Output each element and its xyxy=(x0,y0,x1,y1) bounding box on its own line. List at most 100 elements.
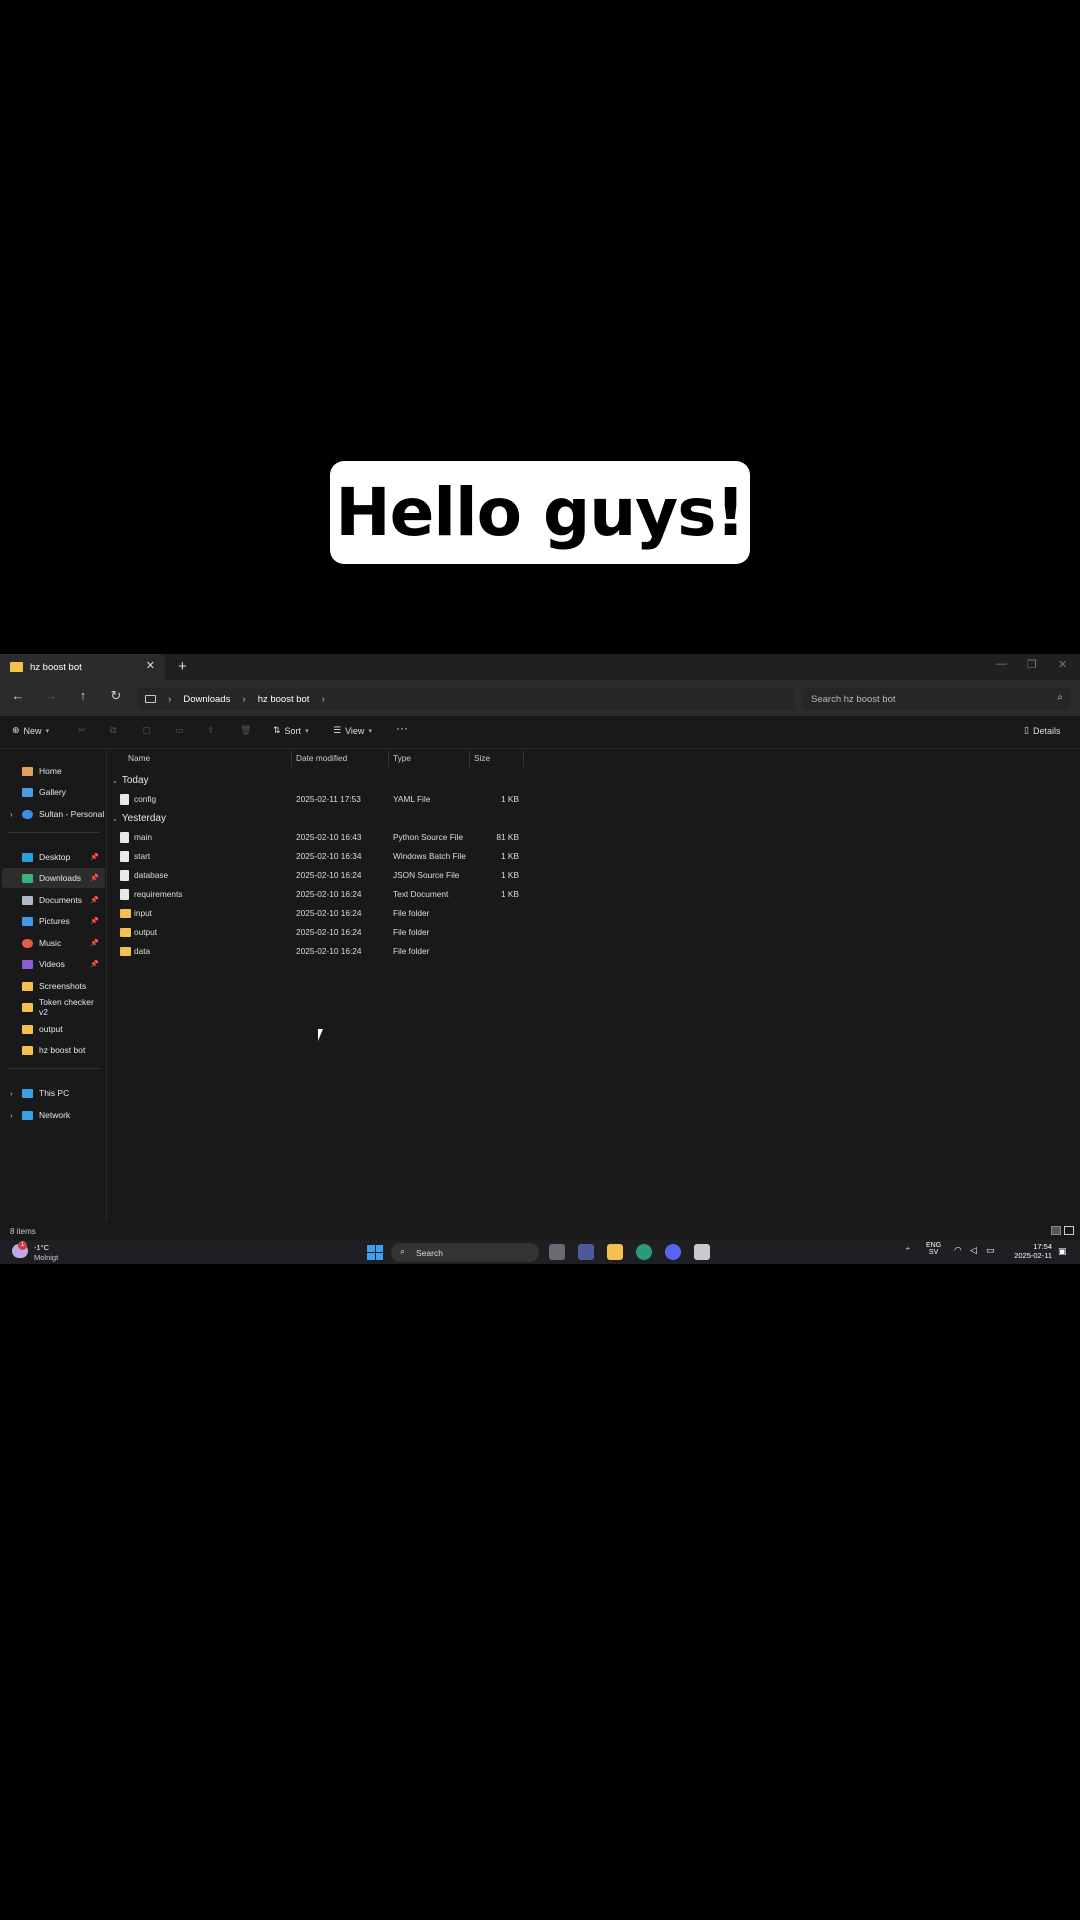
column-divider[interactable] xyxy=(388,751,389,767)
more-options-button[interactable]: ··· xyxy=(396,721,408,735)
snipping-tool-icon[interactable] xyxy=(694,1244,710,1260)
sidebar-item-downloads[interactable]: Downloads 📌 xyxy=(2,868,105,888)
folder-row[interactable]: input 2025-02-10 16:24 File folder xyxy=(107,905,527,924)
tab-hz-boost-bot[interactable]: hz boost bot ✕ xyxy=(0,654,165,680)
file-row[interactable]: start 2025-02-10 16:34 Windows Batch Fil… xyxy=(107,848,527,867)
file-explorer-taskbar-icon[interactable] xyxy=(607,1244,623,1260)
sidebar-item-network[interactable]: › Network xyxy=(2,1105,105,1125)
divider xyxy=(8,1068,100,1069)
sidebar-item-screenshots[interactable]: Screenshots xyxy=(2,976,105,996)
column-divider[interactable] xyxy=(291,751,292,767)
view-button[interactable]: ☰ View ▾ xyxy=(333,725,372,736)
details-view-icon[interactable] xyxy=(1051,1226,1061,1235)
column-divider[interactable] xyxy=(523,751,524,767)
sidebar-item-label: Videos xyxy=(39,959,65,969)
wifi-icon[interactable]: ◠ xyxy=(954,1245,962,1256)
mouse-cursor xyxy=(318,1029,327,1041)
group-header-yesterday[interactable]: ⌄ Yesterday xyxy=(112,813,166,824)
folder-icon xyxy=(10,662,23,672)
chevron-down-icon: ▾ xyxy=(368,727,372,735)
chevron-right-icon[interactable]: › xyxy=(10,1089,13,1098)
new-button[interactable]: ⊕ New ▾ xyxy=(12,725,49,736)
json-file-icon xyxy=(120,870,129,881)
chevron-right-icon[interactable]: › xyxy=(10,810,13,819)
share-icon[interactable]: ⇪ xyxy=(207,725,215,736)
file-date: 2025-02-10 16:34 xyxy=(296,851,362,861)
file-row[interactable]: config 2025-02-11 17:53 YAML File 1 KB xyxy=(107,791,527,810)
paste-icon[interactable]: ▢ xyxy=(142,725,151,736)
details-button[interactable]: ▯ Details xyxy=(1024,725,1060,736)
file-date: 2025-02-11 17:53 xyxy=(296,794,361,804)
taskbar-search[interactable]: ⌕ Search xyxy=(391,1243,539,1262)
task-view-icon[interactable] xyxy=(549,1244,565,1260)
search-input[interactable]: Search hz boost bot ⌕ xyxy=(803,688,1071,710)
clock-date: 2025-02-11 xyxy=(1014,1251,1052,1260)
sidebar-item-output[interactable]: output xyxy=(2,1019,105,1039)
sidebar-item-token-checker[interactable]: Token checker v2 xyxy=(2,997,105,1017)
tiles-view-icon[interactable] xyxy=(1064,1226,1074,1235)
up-icon[interactable]: ↑ xyxy=(73,688,93,703)
chevron-right-icon[interactable]: › xyxy=(10,1111,13,1120)
details-label: Details xyxy=(1032,725,1061,736)
sidebar-item-onedrive[interactable]: › Sultan - Personal xyxy=(2,804,105,824)
breadcrumb-downloads[interactable]: Downloads xyxy=(183,694,230,705)
back-icon[interactable]: ← xyxy=(8,688,28,703)
maximize-button[interactable]: ❐ xyxy=(1027,658,1037,671)
file-type: File folder xyxy=(393,946,430,956)
address-bar[interactable]: › Downloads › hz boost bot › xyxy=(137,688,794,710)
discord-icon[interactable] xyxy=(665,1244,681,1260)
column-header-type[interactable]: Type xyxy=(393,753,411,763)
folder-row[interactable]: output 2025-02-10 16:24 File folder xyxy=(107,924,527,943)
sidebar-item-gallery[interactable]: Gallery xyxy=(2,782,105,802)
battery-icon[interactable]: ▭ xyxy=(986,1245,995,1256)
file-date: 2025-02-10 16:24 xyxy=(296,946,362,956)
file-row[interactable]: requirements 2025-02-10 16:24 Text Docum… xyxy=(107,886,527,905)
rename-icon[interactable]: ▭ xyxy=(175,725,184,736)
pictures-icon xyxy=(22,916,33,926)
volume-icon[interactable]: ◁ xyxy=(970,1245,977,1256)
language-indicator[interactable]: ENG SV xyxy=(926,1242,941,1256)
sidebar-item-label: Desktop xyxy=(39,852,71,862)
close-tab-icon[interactable]: ✕ xyxy=(146,659,155,672)
cut-icon[interactable]: ✂ xyxy=(78,725,86,736)
new-tab-button[interactable]: + xyxy=(178,658,187,675)
file-name: config xyxy=(134,794,157,804)
clock-time: 17:54 xyxy=(1033,1242,1052,1251)
column-header-name[interactable]: Name xyxy=(128,753,150,763)
file-type: File folder xyxy=(393,927,430,937)
folder-icon xyxy=(120,909,131,918)
column-header-size[interactable]: Size xyxy=(474,753,490,763)
sidebar-item-home[interactable]: Home xyxy=(2,761,105,781)
clock[interactable]: 17:54 2025-02-11 xyxy=(1008,1242,1052,1260)
column-divider[interactable] xyxy=(469,751,470,767)
sidebar-item-pictures[interactable]: Pictures 📌 xyxy=(2,911,105,931)
forward-icon[interactable]: → xyxy=(41,688,61,703)
minimize-button[interactable]: — xyxy=(996,658,1007,670)
sidebar-item-music[interactable]: Music 📌 xyxy=(2,933,105,953)
sidebar-item-hz-boost-bot[interactable]: hz boost bot xyxy=(2,1040,105,1060)
sidebar-item-desktop[interactable]: Desktop 📌 xyxy=(2,847,105,867)
status-bar: 8 items xyxy=(0,1221,1080,1240)
folder-row[interactable]: data 2025-02-10 16:24 File folder xyxy=(107,943,527,962)
group-header-today[interactable]: ⌄ Today xyxy=(112,775,149,786)
start-button[interactable] xyxy=(367,1245,383,1260)
navigation-pane: Home Gallery › Sultan - Personal Desktop… xyxy=(0,749,107,1221)
sort-button[interactable]: ⇅ Sort ▾ xyxy=(273,725,309,736)
copy-icon[interactable]: ⧉ xyxy=(110,725,116,736)
breadcrumb-hz-boost-bot[interactable]: hz boost bot xyxy=(258,694,310,705)
file-type: File folder xyxy=(393,908,430,918)
cloud-icon xyxy=(22,809,33,819)
delete-icon[interactable]: 🗑 xyxy=(240,725,251,736)
sidebar-item-this-pc[interactable]: › This PC xyxy=(2,1083,105,1103)
edge-icon[interactable] xyxy=(636,1244,652,1260)
column-header-date[interactable]: Date modified xyxy=(296,753,347,763)
notification-icon[interactable]: ▣ xyxy=(1058,1246,1067,1257)
file-row[interactable]: main 2025-02-10 16:43 Python Source File… xyxy=(107,829,527,848)
refresh-icon[interactable]: ↻ xyxy=(106,688,126,704)
chevron-up-icon[interactable]: ⌃ xyxy=(904,1246,912,1257)
teams-icon[interactable] xyxy=(578,1244,594,1260)
sidebar-item-videos[interactable]: Videos 📌 xyxy=(2,954,105,974)
sidebar-item-documents[interactable]: Documents 📌 xyxy=(2,890,105,910)
close-window-button[interactable]: ✕ xyxy=(1058,658,1067,671)
file-row[interactable]: database 2025-02-10 16:24 JSON Source Fi… xyxy=(107,867,527,886)
